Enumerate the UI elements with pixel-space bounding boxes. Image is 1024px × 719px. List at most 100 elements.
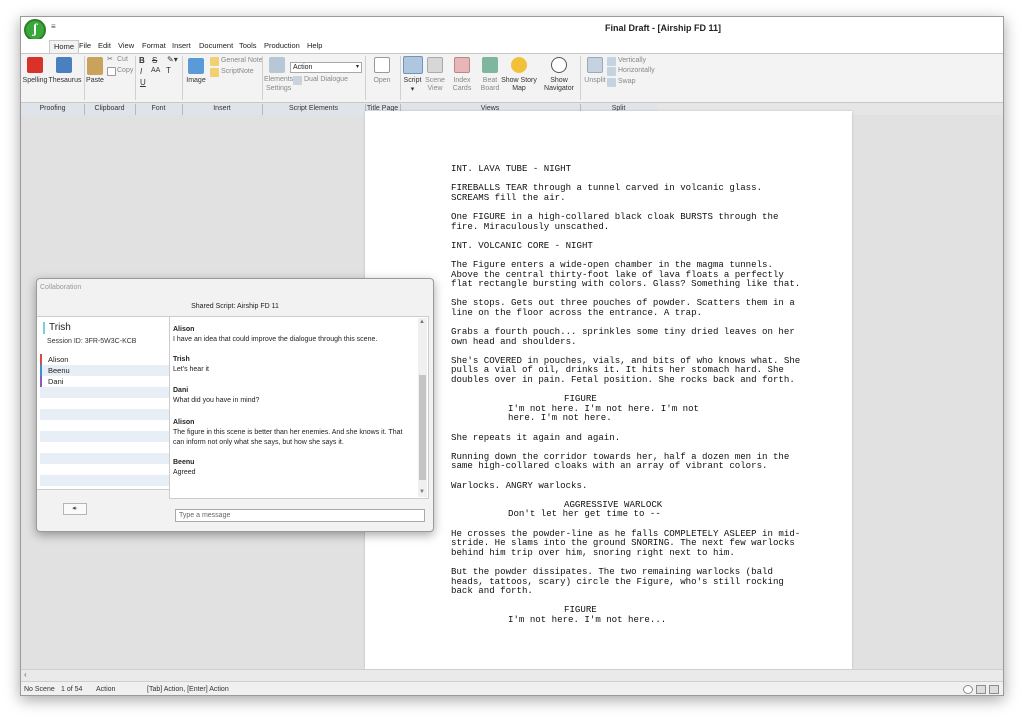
audio-button[interactable]: ◂· (63, 503, 87, 515)
divider (135, 56, 136, 100)
index-cards-icon (454, 57, 470, 73)
chat-message: Beenu Agreed (173, 458, 413, 478)
title-bar: ʃ ≡ Final Draft - [Airship FD 11] (21, 17, 1003, 41)
user-item-dani[interactable]: Dani (40, 376, 169, 387)
dialogue-line[interactable]: I'm not here. I'm not here... (508, 615, 708, 625)
tab-file[interactable]: File (79, 41, 91, 50)
italic-button[interactable]: I (140, 67, 142, 76)
chat-message: Trish Let's hear it (173, 355, 413, 375)
message-text: I have an idea that could improve the di… (173, 336, 378, 343)
collaboration-title: Collaboration (40, 284, 82, 291)
message-text: Let's hear it (173, 366, 209, 373)
document-icon (374, 57, 390, 73)
thesaurus-icon (56, 57, 72, 73)
tab-help[interactable]: Help (307, 41, 322, 50)
script-page[interactable]: INT. LAVA TUBE - NIGHT FIREBALLS TEAR thr… (365, 111, 852, 669)
chevron-up-icon[interactable]: ▲ (419, 319, 425, 325)
highlight-pen-icon[interactable]: ✎▾ (167, 55, 178, 64)
ribbon-tabs: Home File Edit View Format Insert Docume… (21, 39, 1003, 53)
view-label: View (427, 85, 443, 92)
action-paragraph[interactable]: Grabs a fourth pouch... sprinkles some t… (451, 327, 801, 346)
swap-icon (607, 78, 616, 87)
night-mode-icon[interactable] (963, 685, 973, 694)
status-scene: No Scene (24, 686, 55, 693)
underline-button[interactable]: U (140, 78, 146, 87)
navigator-label: Navigator (544, 85, 574, 92)
shared-script-label: Shared Script: Airship FD 11 (191, 303, 279, 310)
scene-heading[interactable]: INT. VOLCANIC CORE - NIGHT (451, 241, 801, 251)
scrollbar-thumb[interactable] (419, 375, 426, 480)
dual-dialogue-icon (293, 76, 302, 85)
user-list: Trish Session ID: 3FR-5W3C-KCB Alison Be… (37, 316, 169, 490)
unsplit-label: Unsplit (584, 77, 606, 84)
settings-label: Settings (266, 85, 292, 92)
action-paragraph[interactable]: One FIGURE in a high-collared black cloa… (451, 212, 801, 231)
action-paragraph[interactable]: She's COVERED in pouches, vials, and bit… (451, 356, 801, 385)
tab-view[interactable]: View (118, 41, 134, 50)
image-icon (188, 58, 204, 74)
group-font: Font (151, 105, 166, 112)
unsplit-icon (587, 57, 603, 73)
beat-board-icon (482, 57, 498, 73)
page-view-icon[interactable] (976, 685, 986, 694)
message-author: Trish (173, 356, 190, 363)
spelling-icon (27, 57, 43, 73)
action-paragraph[interactable]: Running down the corridor towards her, h… (451, 451, 801, 471)
text-color-button[interactable]: T (166, 66, 171, 75)
tab-home[interactable]: Home (49, 40, 80, 53)
action-paragraph[interactable]: She stops. Gets out three pouches of pow… (451, 298, 801, 317)
font-size-button[interactable]: AA (151, 67, 160, 74)
tab-format[interactable]: Format (142, 41, 166, 50)
action-paragraph[interactable]: Warlocks. ANGRY warlocks. (451, 480, 801, 491)
strikethrough-button[interactable]: S (152, 56, 157, 65)
elements-label: Elements (264, 76, 294, 83)
group-script-elements: Script Elements (288, 105, 339, 112)
tab-tools[interactable]: Tools (239, 41, 257, 50)
board-label: Board (480, 85, 500, 92)
message-input[interactable]: Type a message (175, 509, 425, 522)
tab-edit[interactable]: Edit (98, 41, 111, 50)
chevron-down-icon[interactable]: ▼ (419, 489, 425, 495)
script-text[interactable]: INT. LAVA TUBE - NIGHT FIREBALLS TEAR thr… (451, 164, 801, 634)
chat-log[interactable]: Alison I have an idea that could improve… (169, 316, 429, 499)
normal-view-icon[interactable] (989, 685, 999, 694)
dialogue-line[interactable]: I'm not here. I'm not here. I'm not here… (508, 403, 708, 423)
message-author: Dani (173, 387, 189, 394)
cut-label: Cut (117, 56, 128, 63)
user-item-alison[interactable]: Alison (40, 354, 169, 365)
show-label: Show (550, 77, 568, 84)
scene-heading[interactable]: INT. LAVA TUBE - NIGHT (451, 164, 801, 174)
scissors-icon: ✂ (107, 56, 113, 63)
horizontal-scrollbar[interactable]: ‹ (21, 669, 1003, 681)
clipboard-icon (87, 57, 103, 75)
ribbon: Spelling Thesaurus Paste ✂ Cut Copy B S … (21, 53, 1003, 103)
horizontally-label: Horizontally (618, 67, 655, 74)
element-type-dropdown[interactable]: Action ▾ (290, 62, 362, 73)
status-element: Action (96, 686, 116, 693)
tab-document[interactable]: Document (199, 41, 233, 50)
message-text: The figure in this scene is better than … (173, 429, 403, 446)
chevron-left-icon[interactable]: ‹ (24, 670, 27, 679)
copy-label: Copy (117, 67, 134, 74)
chevron-down-icon: ▾ (410, 86, 415, 93)
action-paragraph[interactable]: But the powder dissipates. The two remai… (451, 567, 801, 596)
message-author: Alison (173, 419, 195, 426)
action-paragraph[interactable]: The Figure enters a wide-open chamber in… (451, 260, 801, 289)
action-paragraph[interactable]: She repeats it again and again. (451, 433, 801, 443)
bold-button[interactable]: B (139, 56, 145, 65)
group-insert: Insert (213, 105, 231, 112)
divider (262, 56, 263, 100)
action-paragraph[interactable]: FIREBALLS TEAR through a tunnel carved i… (451, 183, 801, 202)
map-label: Map (512, 85, 526, 92)
user-item-beenu[interactable]: Beenu (40, 365, 169, 376)
dialogue-line[interactable]: Don't let her get time to -- (508, 509, 708, 519)
chat-scrollbar[interactable]: ▲ ▼ (418, 318, 427, 497)
group-proofing: Proofing (39, 105, 66, 112)
element-type-value: Action (293, 64, 313, 71)
beat-label: Beat (482, 77, 498, 84)
action-paragraph[interactable]: He crosses the powder-line as he falls C… (451, 528, 801, 558)
swap-label: Swap (618, 78, 636, 85)
vertically-label: Vertically (618, 57, 647, 64)
tab-insert[interactable]: Insert (172, 41, 191, 50)
tab-production[interactable]: Production (264, 41, 300, 50)
